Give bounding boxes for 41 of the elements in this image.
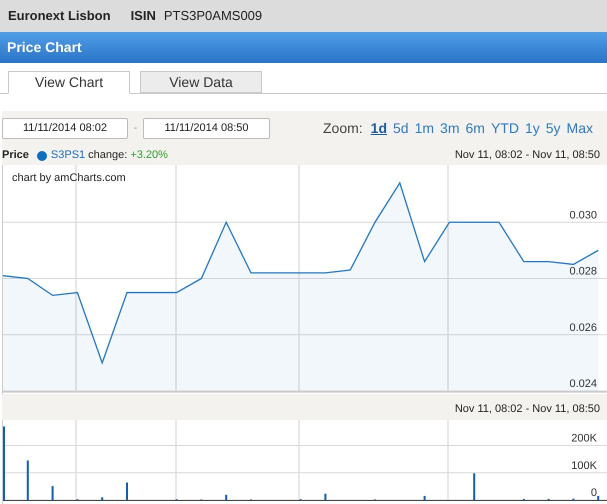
period-label: Nov 11, 08:02 - Nov 11, 08:50 [454,402,600,416]
axis-tick-label: 200K [571,432,597,445]
volume-bar [52,486,54,500]
period-label: Nov 11, 08:02 - Nov 11, 08:50 [454,148,600,164]
zoom-option[interactable]: YTD [490,118,519,139]
exchange-name: Euronext Lisbon [8,7,111,26]
zoom-option[interactable]: 5y [546,118,561,139]
isin-code: PTS3P0AMS009 [164,7,262,26]
zoom-option[interactable]: Max [566,118,593,139]
zoom-option[interactable]: 5d [393,118,409,139]
series-name[interactable]: S3PS1 [50,147,86,164]
tab[interactable]: View Data [140,71,262,93]
volume-bar [473,473,476,500]
zoom-label: Zoom: [322,119,363,138]
zoom-option[interactable]: 1y [524,118,540,139]
isin-label: ISIN [130,7,156,26]
zoom-option[interactable]: 6m [466,118,485,139]
zoom-option[interactable]: 1d [370,118,388,139]
volume-bar [26,460,29,500]
zoom-option[interactable]: 1m [414,118,434,139]
volume-bar [225,494,228,500]
axis-tick-label: 0.026 [569,322,597,334]
axis-tick-label: 100K [571,460,597,472]
axis-tick-label: 0.024 [569,378,597,390]
tab[interactable]: View Chart [8,71,130,94]
volume-bar [424,496,426,500]
change-value: +3.20% [130,148,168,164]
volume-bar [597,496,600,500]
start-date-field[interactable]: 11/11/2014 08:02 [2,118,128,139]
change-label: change: [88,148,128,164]
date-separator: - [132,121,138,136]
chart-credit: chart by amCharts.com [12,172,126,184]
panel-title: Price Chart [7,38,82,57]
volume-bar [101,497,104,500]
axis-tick-label: 0.028 [569,266,597,278]
volume-bar [324,494,326,500]
end-date-field[interactable]: 11/11/2014 08:50 [143,118,270,139]
axis-tick-label: 0 [590,487,597,499]
axis-tick-label: 0.030 [569,209,597,222]
zoom-option[interactable]: 3m [440,118,460,139]
legend-title: Price [2,148,29,164]
